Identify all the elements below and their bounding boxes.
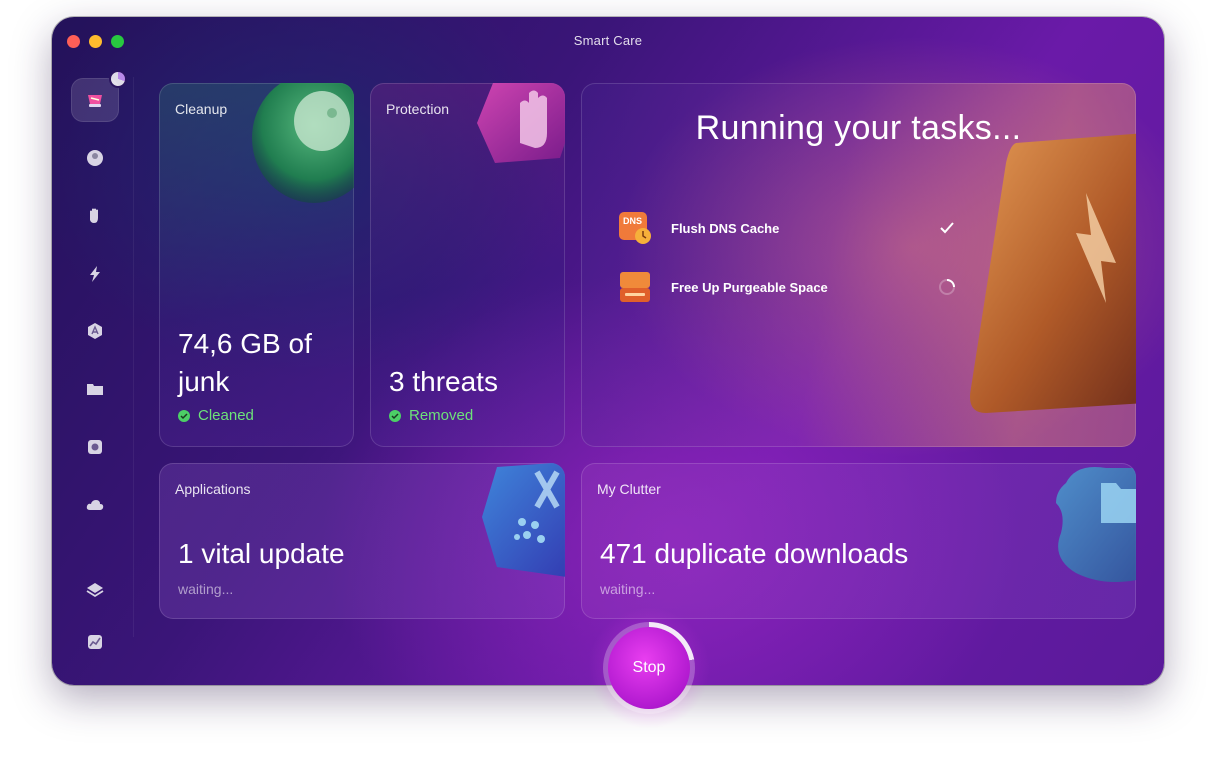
cleanup-illustration (252, 83, 354, 203)
task-free-purgeable-space: Free Up Purgeable Space (617, 267, 957, 307)
sidebar-item-performance[interactable] (71, 252, 119, 296)
stop-button[interactable]: Stop (608, 627, 690, 709)
chart-icon (88, 635, 102, 649)
cleanup-icon (87, 150, 103, 166)
my-clutter-label: My Clutter (597, 481, 661, 497)
cleanup-value-line1: 74,6 GB of (178, 328, 312, 359)
scan-progress-indicator (109, 70, 127, 88)
applications-illustration (482, 463, 565, 577)
protection-illustration (477, 83, 565, 163)
sidebar-item-menu-app[interactable] (71, 620, 119, 664)
app-window: Smart Care Cleanup 74,6 GB of junk Clean… (52, 17, 1164, 685)
cleanup-card[interactable]: Cleanup 74,6 GB of junk Cleaned (159, 83, 354, 447)
sidebar-item-applications[interactable] (71, 309, 119, 353)
applications-label: Applications (175, 481, 251, 497)
check-icon (178, 409, 190, 422)
task-flush-dns: DNS Flush DNS Cache (617, 208, 957, 248)
my-clutter-card[interactable]: My Clutter 471 duplicate downloads waiti… (581, 463, 1136, 619)
cloud-icon (86, 500, 104, 510)
running-tasks-card: Running your tasks... DNS Flush DNS Cach… (581, 83, 1136, 447)
clutter-illustration (1056, 467, 1136, 582)
performance-icon (90, 266, 100, 282)
folder-icon (87, 384, 103, 395)
applications-status: waiting... (178, 581, 234, 597)
protection-value: 3 threats (389, 366, 498, 397)
sidebar-item-space-lens[interactable] (71, 425, 119, 469)
performance-illustration (970, 133, 1136, 413)
task-label: Flush DNS Cache (671, 220, 780, 236)
sidebar-item-assistant[interactable] (71, 568, 119, 612)
applications-value: 1 vital update (178, 538, 345, 569)
my-clutter-status: waiting... (600, 581, 656, 597)
drive-icon (620, 272, 650, 302)
protection-card[interactable]: Protection 3 threats Removed (370, 83, 565, 447)
checkmark-icon (940, 222, 954, 234)
running-title: Running your tasks... (695, 109, 1022, 147)
disk-icon (88, 440, 102, 454)
task-label: Free Up Purgeable Space (671, 279, 828, 295)
sidebar-item-my-clutter[interactable] (71, 367, 119, 411)
protection-icon (90, 208, 98, 223)
applications-card[interactable]: Applications 1 vital update waiting... (159, 463, 565, 619)
sidebar-item-cleanup[interactable] (71, 136, 119, 180)
protection-label: Protection (386, 101, 450, 117)
cleanup-status-text: Cleaned (198, 407, 254, 424)
sidebar-divider (133, 77, 134, 637)
applications-icon (88, 323, 102, 339)
window-title: Smart Care (573, 33, 643, 48)
sidebar-item-protection[interactable] (71, 194, 119, 238)
dns-icon-text: DNS (623, 216, 642, 226)
spinner-icon (939, 279, 955, 295)
smart-care-icon (88, 95, 102, 107)
my-clutter-value: 471 duplicate downloads (600, 538, 909, 569)
cleanup-value-line2: junk (178, 366, 230, 397)
layers-icon (86, 583, 104, 598)
sidebar-item-cloud-cleanup[interactable] (71, 483, 119, 527)
stop-control: Stop (583, 602, 715, 734)
check-icon (389, 409, 401, 422)
dns-icon: DNS (619, 212, 651, 244)
cleanup-label: Cleanup (175, 101, 228, 117)
cleanup-status: Cleaned (178, 407, 254, 424)
cleanup-value: 74,6 GB of junk (178, 325, 312, 401)
protection-status: Removed (389, 407, 473, 424)
protection-status-text: Removed (409, 407, 474, 424)
